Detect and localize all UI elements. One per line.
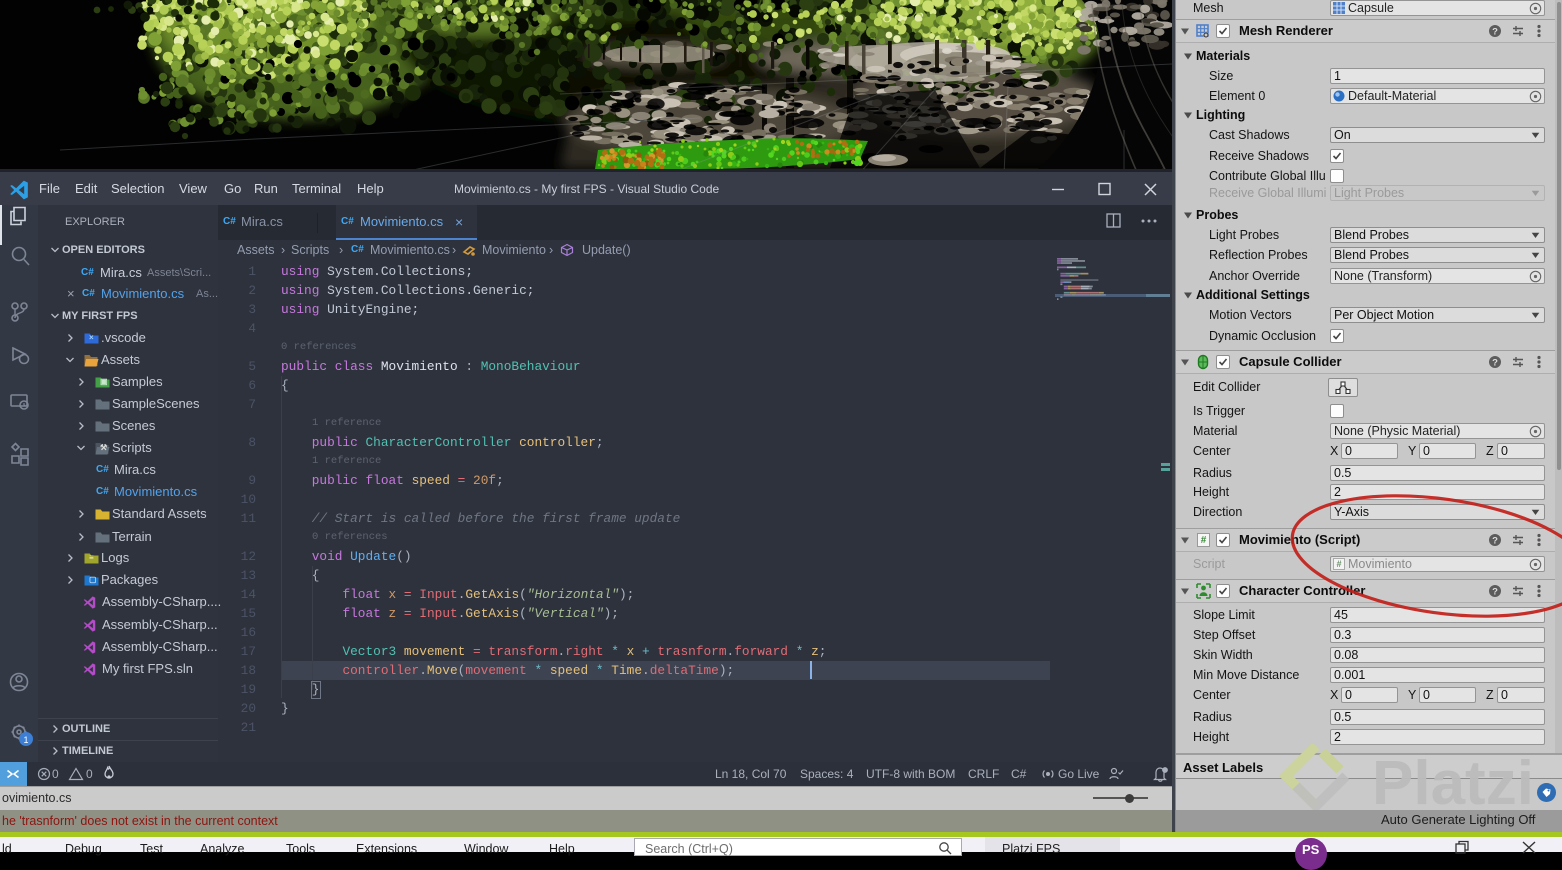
svg-text:1: 1 [23, 735, 28, 745]
svg-text:?: ? [1492, 358, 1498, 369]
svg-text:Platzi: Platzi [1372, 749, 1534, 812]
svg-text:?: ? [1492, 27, 1498, 38]
